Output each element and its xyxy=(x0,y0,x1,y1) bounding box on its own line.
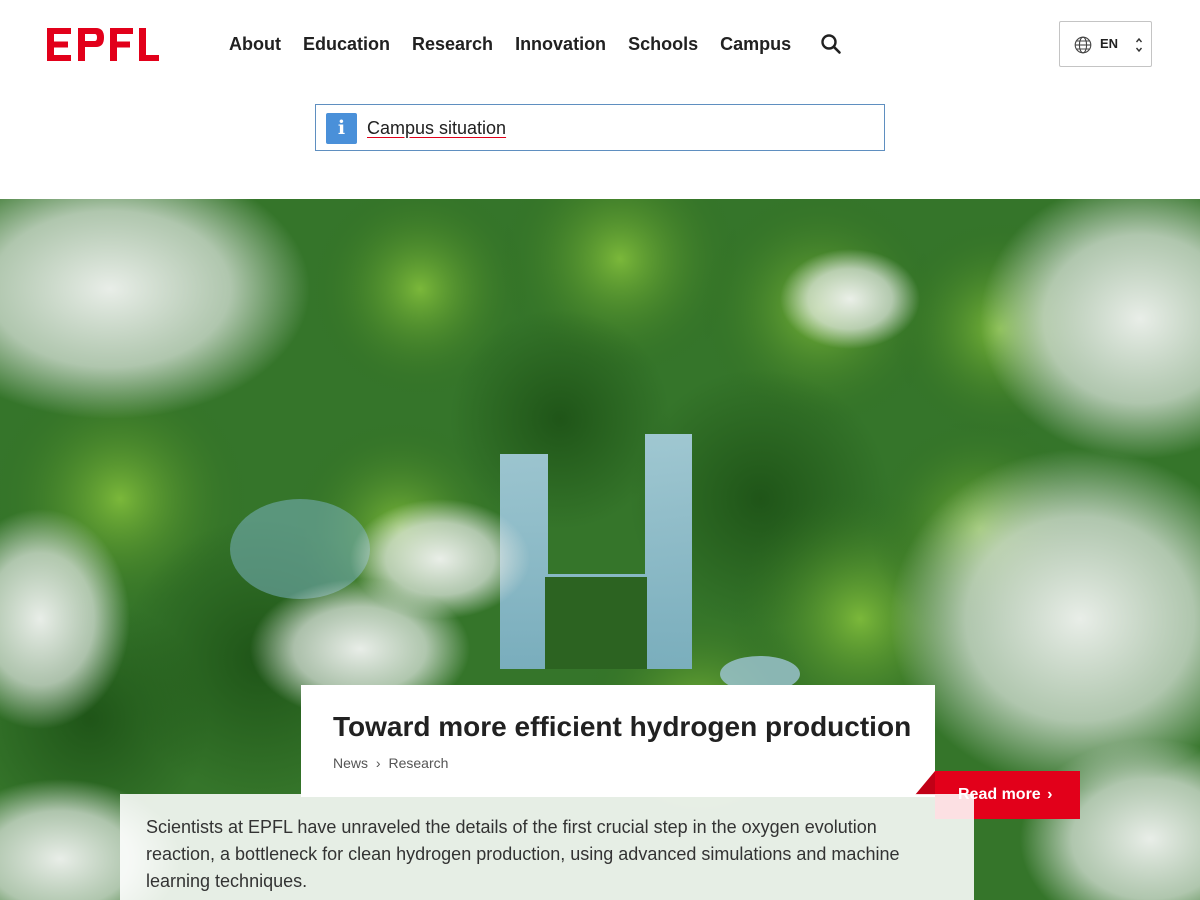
nav-innovation[interactable]: Innovation xyxy=(504,26,617,62)
breadcrumb-research[interactable]: Research xyxy=(388,755,448,771)
nav-research[interactable]: Research xyxy=(401,26,504,62)
chevron-updown-icon xyxy=(1135,37,1143,53)
campus-alert: i Campus situation xyxy=(315,104,885,151)
globe-icon xyxy=(1074,36,1092,54)
site-header: About Education Research Innovation Scho… xyxy=(0,0,1200,88)
nav-campus[interactable]: Campus xyxy=(709,26,802,62)
main-nav: About Education Research Innovation Scho… xyxy=(218,26,802,62)
language-code: EN xyxy=(1100,36,1119,51)
chevron-right-icon: › xyxy=(1047,786,1053,803)
hero-title-card: Toward more efficient hydrogen productio… xyxy=(301,685,935,797)
nav-education[interactable]: Education xyxy=(292,26,401,62)
nav-about[interactable]: About xyxy=(218,26,292,62)
campus-situation-link[interactable]: Campus situation xyxy=(367,117,506,139)
hero-description: Scientists at EPFL have unraveled the de… xyxy=(146,817,900,891)
nav-schools[interactable]: Schools xyxy=(617,26,709,62)
epfl-logo[interactable] xyxy=(47,28,159,61)
hero-description-card: Scientists at EPFL have unraveled the de… xyxy=(120,794,974,900)
language-selector[interactable]: EN xyxy=(1059,21,1152,67)
hero-title[interactable]: Toward more efficient hydrogen productio… xyxy=(333,710,911,744)
breadcrumb-news[interactable]: News xyxy=(333,755,368,771)
breadcrumb: News › Research xyxy=(333,755,448,772)
search-icon[interactable] xyxy=(819,32,843,56)
read-more-flag xyxy=(915,771,935,795)
info-icon: i xyxy=(326,113,357,144)
breadcrumb-separator: › xyxy=(375,755,381,771)
